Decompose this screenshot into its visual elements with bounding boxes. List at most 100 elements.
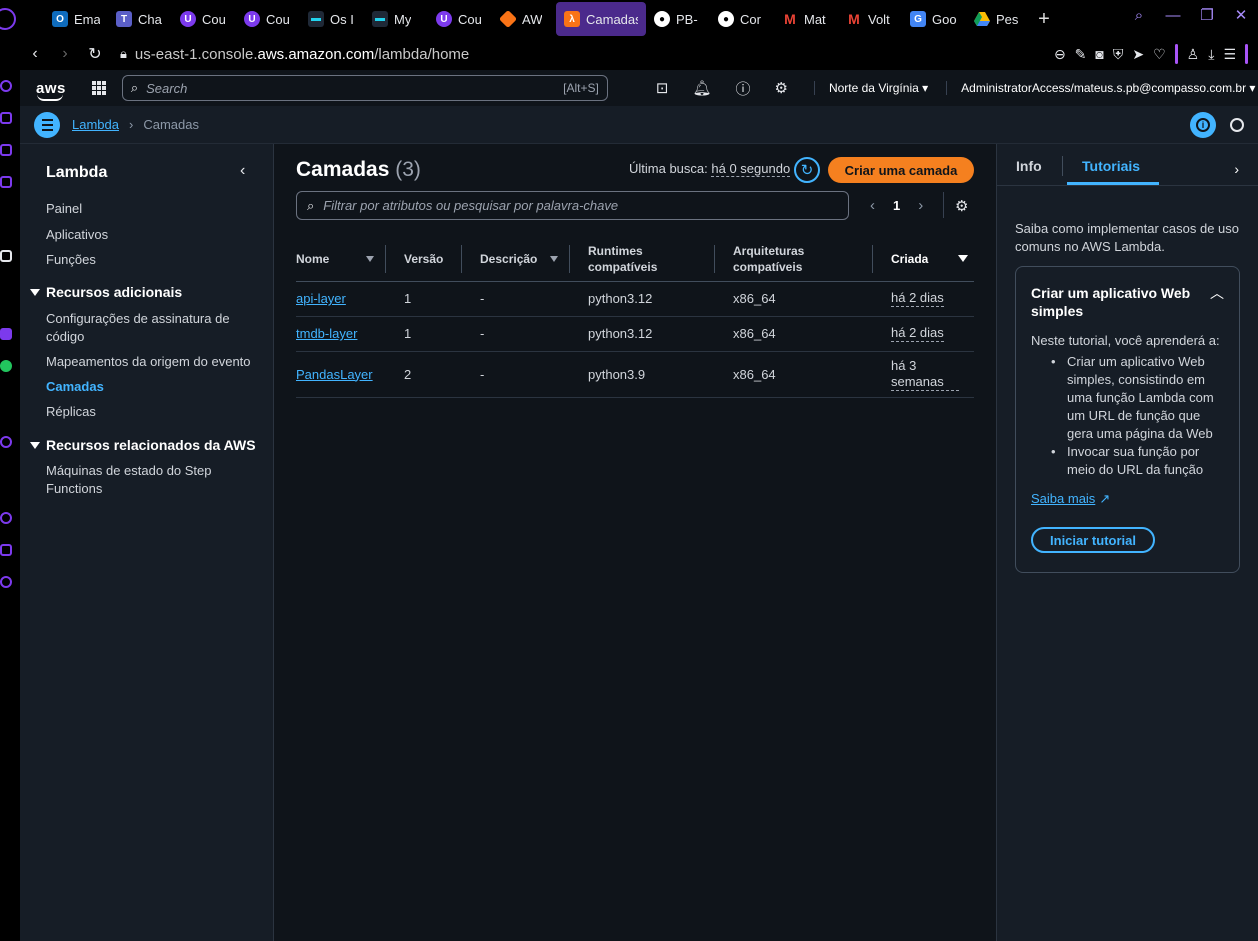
edit-icon[interactable]: ✎ — [1075, 46, 1087, 63]
menu-toggle-icon[interactable] — [34, 111, 60, 138]
column-label: Arquiteturas compatíveis — [733, 243, 805, 274]
sidebar-app-icon[interactable] — [0, 436, 12, 448]
help-icon[interactable]: ⓘ — [735, 78, 750, 99]
chevron-right-icon[interactable]: › — [1234, 161, 1239, 177]
browser-tab[interactable]: ● Cor — [710, 2, 774, 36]
layer-link[interactable]: tmdb-layer — [296, 326, 357, 341]
learn-more-link[interactable]: Saiba mais ↗ — [1031, 491, 1110, 507]
breadcrumb-lambda[interactable]: Lambda — [72, 117, 119, 132]
chevron-right-icon[interactable]: › — [918, 197, 923, 214]
layer-link[interactable]: PandasLayer — [296, 367, 373, 382]
browser-tab[interactable]: U Cou — [236, 2, 300, 36]
sidebar-item-assinatura[interactable]: Configurações de assinatura de código — [46, 310, 256, 346]
info-panel-icon[interactable]: i — [1190, 112, 1216, 138]
column-versao[interactable]: Versão — [386, 237, 462, 282]
sidebar-item-camadas[interactable]: Camadas — [46, 378, 256, 396]
browser-tab[interactable]: Pes — [966, 2, 1030, 36]
zoom-out-icon[interactable]: ⊖ — [1054, 46, 1066, 63]
column-nome[interactable]: Nome — [296, 237, 386, 282]
browser-tab[interactable]: M Volt — [838, 2, 902, 36]
reload-icon[interactable]: ↻ — [82, 44, 108, 64]
sidebar-item-mapeamentos[interactable]: Mapeamentos da origem do evento — [46, 353, 256, 371]
section-label: Recursos relacionados da AWS — [46, 437, 256, 453]
camera-icon[interactable]: ◙ — [1095, 46, 1103, 62]
minimize-icon[interactable]: — — [1156, 7, 1190, 24]
sidebar-item-replicas[interactable]: Réplicas — [46, 403, 256, 421]
chevron-left-icon[interactable]: ‹ — [870, 197, 875, 214]
sidebar-app-icon[interactable] — [0, 112, 12, 124]
browser-tab[interactable]: G Goo — [902, 2, 966, 36]
lock-icon[interactable]: 🔒︎ — [120, 46, 127, 62]
extensions-icon[interactable] — [0, 544, 12, 556]
table-settings-icon[interactable]: ⚙ — [955, 197, 968, 215]
download-icon[interactable]: ⤓ — [1208, 46, 1214, 63]
sidebar-app-icon[interactable] — [0, 250, 12, 262]
settings-icon[interactable] — [0, 576, 12, 588]
sort-icon — [366, 255, 374, 262]
aws-search-input[interactable]: ⌕ Search [Alt+S] — [121, 75, 608, 101]
title-count: (3) — [395, 158, 421, 181]
region-selector[interactable]: Norte da Virgínia ▾ — [813, 81, 928, 95]
browser-tab[interactable]: U Cou — [428, 2, 492, 36]
url-field[interactable]: us-east-1.console.aws.amazon.com/lambda/… — [135, 46, 469, 63]
refresh-button[interactable]: ↻ — [794, 157, 820, 183]
cloudshell-icon[interactable]: ⊡ — [656, 79, 669, 97]
browser-tab[interactable]: U Cou — [172, 2, 236, 36]
page-number[interactable]: 1 — [893, 198, 900, 213]
services-grid-icon[interactable] — [91, 81, 106, 95]
sidebar-item-painel[interactable]: Painel — [46, 200, 256, 218]
menu-icon[interactable]: ☰ — [1223, 46, 1236, 63]
chevron-up-icon[interactable]: ︿ — [1210, 283, 1224, 303]
forward-icon[interactable]: › — [52, 45, 78, 63]
sidebar-item-step-functions[interactable]: Máquinas de estado do Step Functions — [46, 462, 256, 498]
heart-icon[interactable]: ♡ — [1153, 46, 1166, 63]
create-layer-button[interactable]: Criar uma camada — [828, 157, 974, 183]
sidebar-app-icon[interactable] — [0, 144, 12, 156]
bell-icon[interactable]: 🔔︎ — [692, 79, 711, 97]
sidebar-item-aplicativos[interactable]: Aplicativos — [46, 226, 256, 244]
sidebar-item-funcoes[interactable]: Funções — [46, 251, 256, 269]
shield-icon[interactable]: ⛨ — [1113, 46, 1124, 63]
cell-runtime: python3.12 — [570, 316, 715, 352]
gear-icon[interactable]: ⚙ — [775, 79, 788, 97]
history-icon[interactable] — [0, 512, 12, 524]
start-tutorial-button[interactable]: Iniciar tutorial — [1031, 527, 1155, 553]
sidebar-section-recursos-adicionais[interactable]: Recursos adicionais — [30, 284, 182, 300]
search-tabs-icon[interactable]: ⌕ — [1122, 7, 1156, 24]
layer-link[interactable]: api-layer — [296, 291, 346, 306]
tab-info[interactable]: Info — [1016, 158, 1042, 174]
column-runtimes[interactable]: Runtimes compatíveis — [570, 237, 715, 282]
sidebar-app-icon[interactable] — [0, 176, 12, 188]
browser-tab[interactable]: ● PB- — [646, 2, 710, 36]
browser-tab-active[interactable]: λ Camadas — [556, 2, 646, 36]
browser-tab[interactable]: T Cha — [108, 2, 172, 36]
sidebar-section-recursos-aws[interactable]: Recursos relacionados da AWS — [30, 437, 256, 453]
restore-icon[interactable]: ❐ — [1190, 6, 1224, 24]
whatsapp-icon[interactable] — [0, 360, 12, 372]
browser-tab[interactable]: Os I — [300, 2, 364, 36]
browser-logo-icon[interactable] — [0, 8, 16, 30]
sidebar-app-icon[interactable] — [0, 80, 12, 92]
tab-tutoriais[interactable]: Tutoriais — [1082, 158, 1140, 174]
twitch-icon[interactable] — [0, 328, 12, 340]
browser-tab[interactable]: M Mat — [774, 2, 838, 36]
filter-input[interactable]: ⌕ Filtrar por atributos ou pesquisar por… — [296, 191, 849, 220]
sort-icon — [550, 255, 558, 262]
collapse-sidebar-icon[interactable]: ‹ — [240, 162, 245, 180]
column-criada[interactable]: Criada — [873, 237, 974, 282]
browser-tab[interactable]: O Ema — [44, 2, 108, 36]
browser-tab[interactable]: My — [364, 2, 428, 36]
profile-icon[interactable]: ♙ — [1187, 46, 1200, 63]
new-tab-icon[interactable]: + — [1032, 7, 1056, 31]
close-icon[interactable]: ✕ — [1224, 6, 1258, 24]
history-icon[interactable] — [1230, 118, 1244, 132]
back-icon[interactable]: ‹ — [22, 45, 48, 63]
browser-tab[interactable]: AW — [492, 2, 556, 36]
account-menu[interactable]: AdministratorAccess/mateus.s.pb@compasso… — [946, 81, 1255, 95]
pagination: ‹ 1 › — [870, 197, 923, 214]
dash-icon — [308, 11, 324, 27]
aws-logo[interactable]: aws — [36, 80, 66, 101]
column-descricao[interactable]: Descrição — [462, 237, 570, 282]
send-icon[interactable]: ➤ — [1132, 46, 1144, 63]
column-arquiteturas[interactable]: Arquiteturas compatíveis — [715, 237, 873, 282]
